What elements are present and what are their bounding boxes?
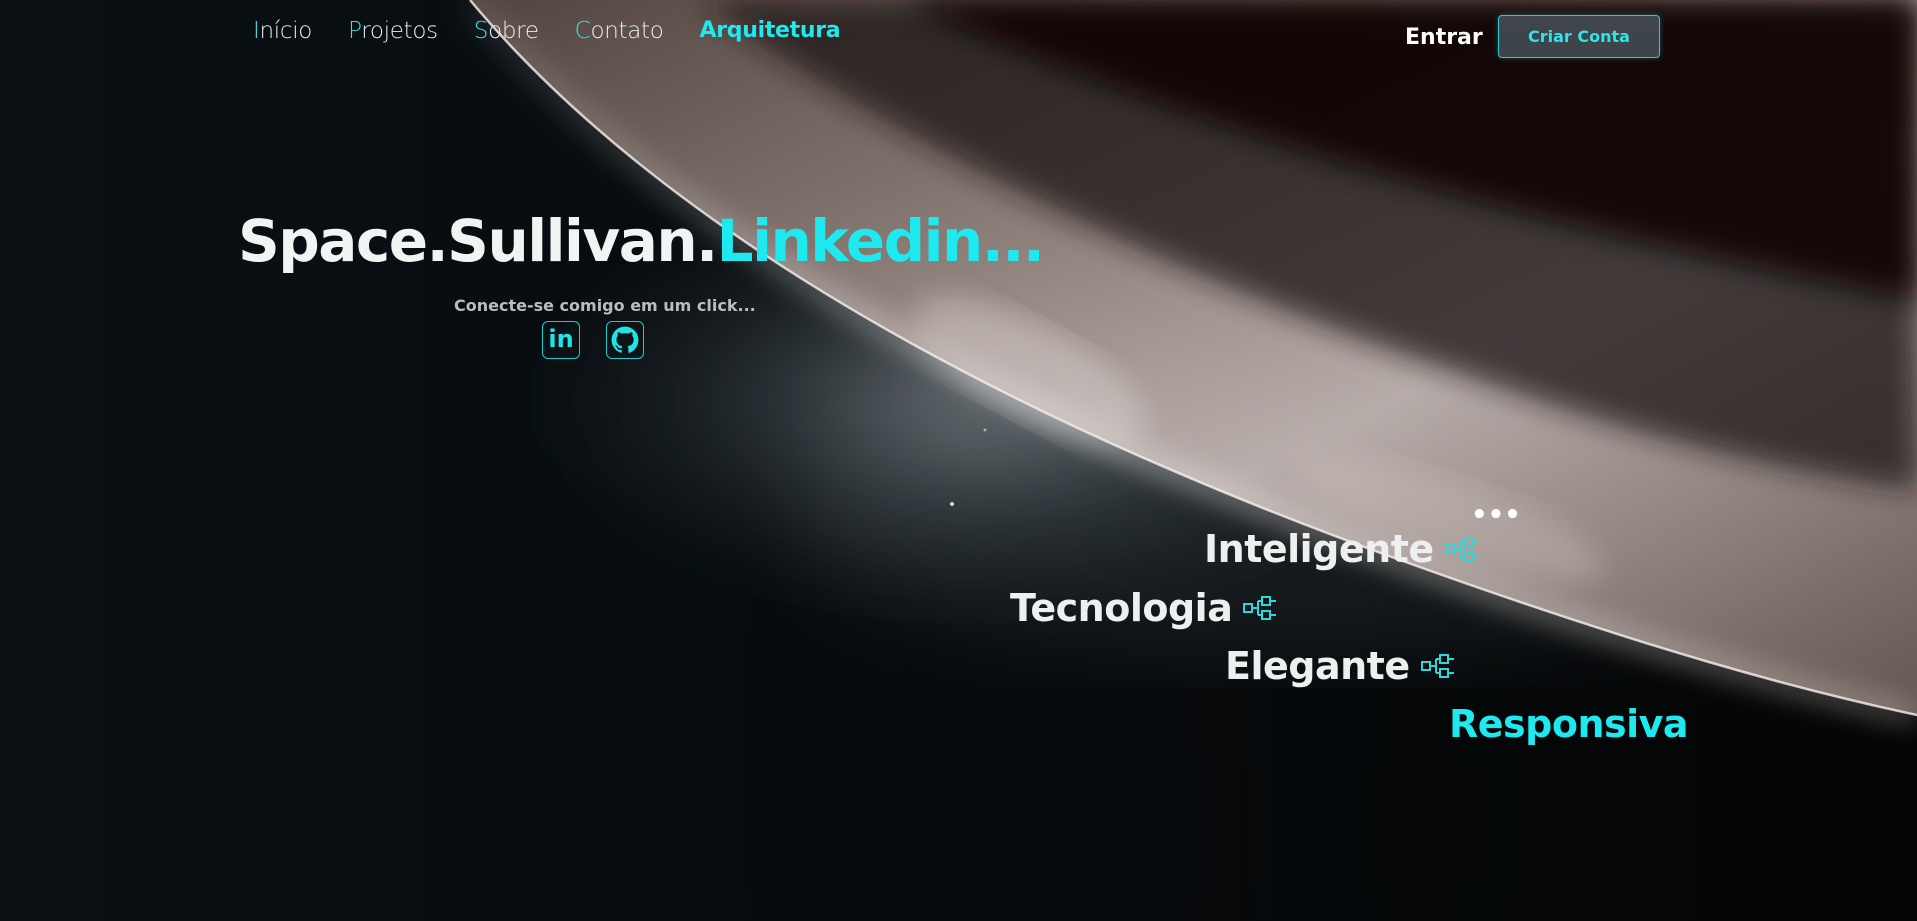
nav-item-label: obre: [488, 18, 539, 44]
feature-tecnologia: Tecnologia: [1010, 586, 1280, 630]
nav-item-arquitetura[interactable]: Arquitetura: [700, 18, 841, 44]
main-nav: Início Projetos Sobre Contato Arquitetur…: [253, 18, 841, 44]
nav-item-projetos[interactable]: Projetos: [348, 18, 438, 44]
feature-label: Responsiva: [1449, 702, 1689, 746]
feature-label: Tecnologia: [1010, 586, 1233, 630]
hero-title-main: Space.Sullivan.: [238, 207, 718, 275]
diagram-icon: [1420, 654, 1454, 678]
hero-title: Space.Sullivan.Linkedin...: [238, 207, 1045, 275]
nav-item-label: nício: [259, 18, 313, 44]
github-icon: [611, 326, 639, 353]
hero-title-accent: Linkedin...: [716, 207, 1045, 275]
feature-elegante: Elegante: [1225, 644, 1458, 688]
nav-item-contato[interactable]: Contato: [575, 18, 664, 44]
feature-inteligente: Inteligente: [1204, 527, 1482, 571]
linkedin-button[interactable]: in: [542, 321, 580, 359]
ellipsis: •••: [1471, 500, 1521, 530]
page: Início Projetos Sobre Contato Arquitetur…: [0, 0, 1917, 921]
nav-item-sobre[interactable]: Sobre: [474, 18, 539, 44]
planet-background: [0, 0, 1917, 921]
github-button[interactable]: [606, 321, 644, 359]
nav-item-label: ontato: [590, 18, 664, 44]
nav-item-label: rojetos: [361, 18, 438, 44]
feature-label: Elegante: [1225, 644, 1410, 688]
feature-responsiva: Responsiva: [1449, 702, 1689, 746]
hero-subtitle: Conecte-se comigo em um click...: [454, 296, 756, 315]
diagram-icon: [1444, 537, 1478, 561]
nav-item-initial: C: [574, 18, 591, 44]
nav-item-initial: P: [348, 18, 362, 44]
feature-label: Inteligente: [1204, 527, 1434, 571]
nav-item-initial: S: [473, 18, 489, 44]
nav-item-inicio[interactable]: Início: [253, 18, 312, 44]
diagram-icon: [1243, 596, 1277, 620]
login-link[interactable]: Entrar: [1405, 25, 1483, 50]
signup-button[interactable]: Criar Conta: [1498, 15, 1660, 58]
linkedin-icon: in: [548, 325, 574, 353]
